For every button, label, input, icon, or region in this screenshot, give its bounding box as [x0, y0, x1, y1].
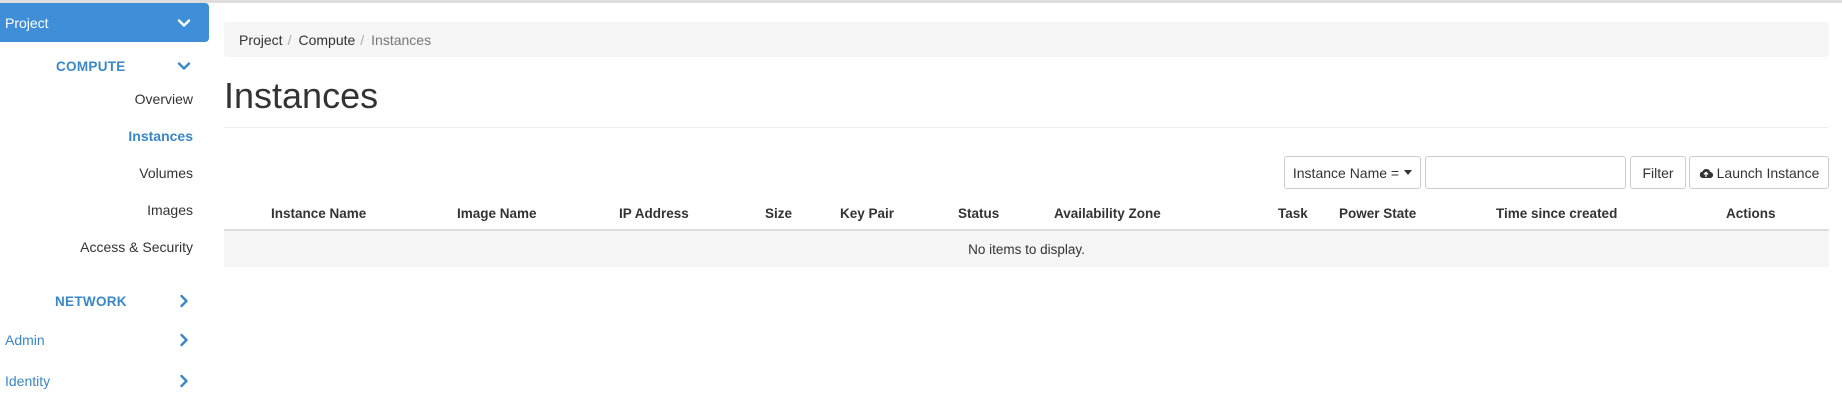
sidebar-item-overview[interactable]: Overview [135, 87, 193, 111]
filter-input[interactable] [1425, 156, 1626, 189]
empty-message: No items to display. [968, 241, 1085, 257]
top-border [0, 0, 1842, 3]
table-header: Instance Name Image Name IP Address Size… [224, 200, 1829, 231]
filter-field-select[interactable]: Instance Name = [1284, 156, 1421, 189]
column-header-instance-name[interactable]: Instance Name [271, 206, 366, 221]
launch-instance-label: Launch Instance [1716, 164, 1820, 181]
sidebar-compute-label: COMPUTE [56, 58, 126, 74]
filter-button[interactable]: Filter [1630, 156, 1686, 189]
chevron-right-icon [177, 333, 191, 347]
breadcrumb: Project / Compute / Instances [224, 22, 1829, 57]
sidebar-item-volumes[interactable]: Volumes [139, 161, 193, 185]
sidebar-network-toggle[interactable]: NETWORK [0, 286, 209, 316]
sidebar-identity-label: Identity [5, 373, 51, 389]
sidebar-item-images[interactable]: Images [147, 198, 193, 222]
page-title: Instances [224, 75, 379, 116]
sidebar: Project COMPUTE Overview Instances Volum… [0, 3, 209, 411]
chevron-right-icon [177, 294, 191, 308]
sidebar-item-instances[interactable]: Instances [128, 124, 193, 148]
column-header-task[interactable]: Task [1278, 206, 1308, 221]
sidebar-admin-toggle[interactable]: Admin [0, 325, 209, 355]
column-header-actions: Actions [1726, 206, 1776, 221]
column-header-time-since-created[interactable]: Time since created [1496, 206, 1617, 221]
breadcrumb-instances: Instances [371, 31, 432, 48]
column-header-availability-zone[interactable]: Availability Zone [1054, 206, 1161, 221]
filter-field-label: Instance Name = [1292, 164, 1400, 181]
caret-down-icon [1404, 170, 1413, 175]
cloud-upload-icon [1699, 167, 1713, 179]
column-header-power-state[interactable]: Power State [1339, 206, 1416, 221]
launch-instance-button[interactable]: Launch Instance [1689, 156, 1829, 189]
sidebar-compute-toggle[interactable]: COMPUTE [0, 50, 209, 82]
sidebar-identity-toggle[interactable]: Identity [0, 366, 209, 396]
column-header-ip-address[interactable]: IP Address [619, 206, 689, 221]
filter-button-label: Filter [1642, 164, 1674, 181]
sidebar-item-access-security[interactable]: Access & Security [80, 235, 193, 259]
chevron-down-icon [177, 16, 191, 30]
breadcrumb-compute[interactable]: Compute [298, 32, 355, 48]
chevron-down-icon [177, 59, 191, 73]
sidebar-project-toggle[interactable]: Project [0, 3, 209, 42]
column-header-size[interactable]: Size [765, 206, 792, 221]
sidebar-network-label: NETWORK [55, 293, 127, 309]
breadcrumb-separator: / [360, 31, 365, 48]
breadcrumb-project[interactable]: Project [239, 32, 283, 48]
column-header-status[interactable]: Status [958, 206, 999, 221]
chevron-right-icon [177, 374, 191, 388]
column-header-key-pair[interactable]: Key Pair [840, 206, 894, 221]
title-divider [224, 127, 1829, 128]
sidebar-admin-label: Admin [5, 332, 45, 348]
sidebar-project-label: Project [5, 14, 49, 31]
breadcrumb-separator: / [287, 31, 292, 48]
column-header-image-name[interactable]: Image Name [457, 206, 537, 221]
table-empty-row: No items to display. [224, 231, 1829, 267]
